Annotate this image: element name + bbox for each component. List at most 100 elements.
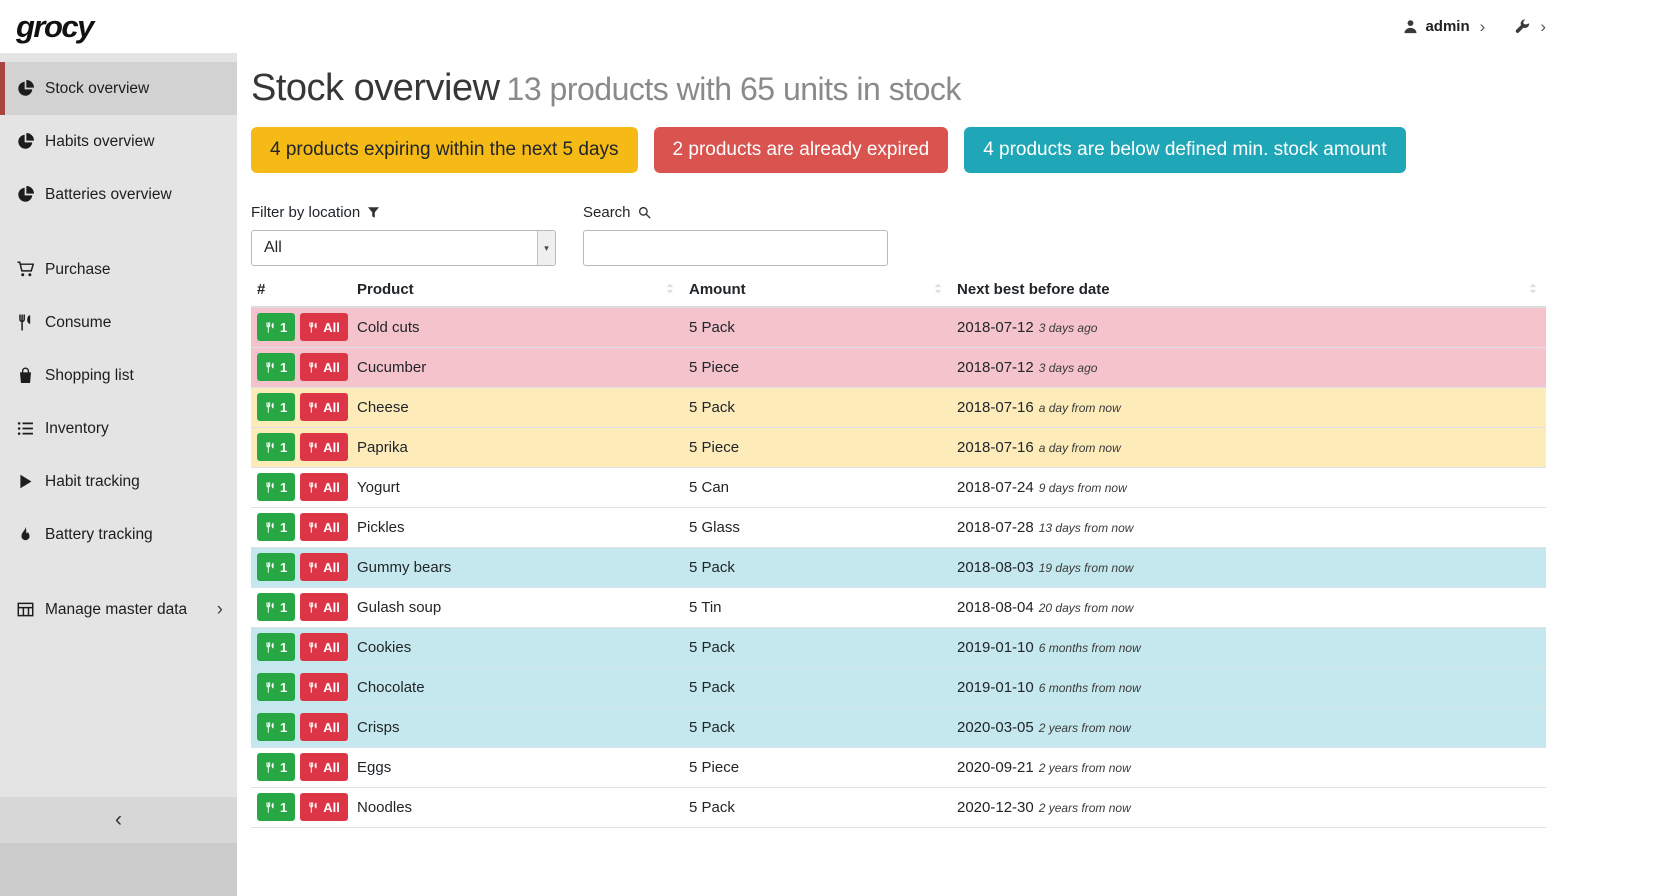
consume-all-button[interactable]: All (300, 673, 348, 701)
below-min-stock-badge[interactable]: 4 products are below defined min. stock … (964, 127, 1405, 173)
utensils-icon (308, 521, 319, 534)
search-label-text: Search (583, 204, 631, 221)
consume-one-button[interactable]: 1 (257, 793, 295, 821)
product-amount: 5 Pack (683, 707, 951, 747)
topbar-menu: admin › › (1403, 18, 1546, 35)
consume-all-button[interactable]: All (300, 473, 348, 501)
utensils-icon (308, 481, 319, 494)
consume-all-button[interactable]: All (300, 393, 348, 421)
settings-menu[interactable]: › (1515, 18, 1546, 35)
expired-badge[interactable]: 2 products are already expired (654, 127, 949, 173)
chevron-left-icon: ‹ (115, 808, 122, 832)
column-header-product[interactable]: Product (351, 279, 683, 307)
consume-one-button[interactable]: 1 (257, 633, 295, 661)
user-menu[interactable]: admin › (1403, 18, 1485, 35)
table-row: 1AllGummy bears5 Pack2018-08-0319 days f… (251, 547, 1546, 587)
flame-icon (17, 526, 34, 543)
consume-one-button[interactable]: 1 (257, 753, 295, 781)
consume-one-button[interactable]: 1 (257, 673, 295, 701)
product-name: Eggs (351, 747, 683, 787)
consume-all-button[interactable]: All (300, 793, 348, 821)
consume-all-button[interactable]: All (300, 313, 348, 341)
main-content: Stock overview13 products with 65 units … (237, 53, 1658, 896)
consume-all-button[interactable]: All (300, 633, 348, 661)
sidebar-collapse-button[interactable]: ‹ (0, 797, 237, 843)
utensils-icon (308, 681, 319, 694)
consume-one-button[interactable]: 1 (257, 433, 295, 461)
table-header-row: # Product Amount Next best before date (251, 279, 1546, 307)
best-before-date: 2018-07-16a day from now (951, 387, 1546, 427)
sidebar-item-label: Batteries overview (45, 186, 172, 204)
sidebar-item-label: Inventory (45, 420, 109, 438)
sidebar-item-consume[interactable]: Consume (0, 296, 237, 349)
select-arrow-icon: ▾ (537, 231, 555, 265)
consume-all-button[interactable]: All (300, 513, 348, 541)
consume-all-button[interactable]: All (300, 713, 348, 741)
search-input[interactable] (583, 230, 888, 266)
column-header-amount[interactable]: Amount (683, 279, 951, 307)
wrench-icon (1515, 19, 1530, 34)
search-group: Search (583, 203, 888, 266)
consume-all-button[interactable]: All (300, 553, 348, 581)
chevron-right-icon: › (217, 599, 223, 621)
product-name: Cheese (351, 387, 683, 427)
location-select[interactable]: All ▾ (251, 230, 556, 266)
expiring-badge[interactable]: 4 products expiring within the next 5 da… (251, 127, 638, 173)
consume-one-button[interactable]: 1 (257, 473, 295, 501)
consume-one-button[interactable]: 1 (257, 313, 295, 341)
utensils-icon (308, 601, 319, 614)
sidebar-item-label: Battery tracking (45, 526, 153, 544)
sidebar-item-manage-master-data[interactable]: Manage master data › (0, 583, 237, 636)
sidebar-item-label: Manage master data (45, 601, 187, 619)
consume-one-button[interactable]: 1 (257, 513, 295, 541)
utensils-icon (308, 801, 319, 814)
utensils-icon (265, 481, 276, 494)
consume-one-button[interactable]: 1 (257, 713, 295, 741)
sidebar-item-battery-tracking[interactable]: Battery tracking (0, 508, 237, 561)
table-row: 1AllCucumber5 Piece2018-07-123 days ago (251, 347, 1546, 387)
utensils-icon (265, 641, 276, 654)
sidebar-item-shopping-list[interactable]: Shopping list (0, 349, 237, 402)
consume-all-button[interactable]: All (300, 353, 348, 381)
consume-one-button[interactable]: 1 (257, 353, 295, 381)
sidebar-item-habit-tracking[interactable]: Habit tracking (0, 455, 237, 508)
search-label: Search (583, 203, 888, 221)
sidebar-item-label: Habits overview (45, 133, 154, 151)
stock-table: # Product Amount Next best before date 1… (251, 279, 1546, 828)
list-icon (17, 420, 34, 437)
product-amount: 5 Glass (683, 507, 951, 547)
user-icon (1403, 19, 1418, 34)
location-filter-group: Filter by location All ▾ (251, 203, 556, 266)
utensils-icon (308, 401, 319, 414)
sort-icon[interactable] (931, 281, 945, 296)
sidebar-item-batteries-overview[interactable]: Batteries overview (0, 168, 237, 221)
product-name: Crisps (351, 707, 683, 747)
utensils-icon (308, 321, 319, 334)
product-amount: 5 Can (683, 467, 951, 507)
product-amount: 5 Pack (683, 547, 951, 587)
sidebar-item-stock-overview[interactable]: Stock overview (0, 62, 237, 115)
utensils-icon (265, 441, 276, 454)
consume-one-button[interactable]: 1 (257, 553, 295, 581)
consume-one-button[interactable]: 1 (257, 393, 295, 421)
sidebar-item-purchase[interactable]: Purchase (0, 243, 237, 296)
sort-icon[interactable] (1526, 281, 1540, 296)
consume-all-button[interactable]: All (300, 433, 348, 461)
product-amount: 5 Piece (683, 747, 951, 787)
sidebar-item-habits-overview[interactable]: Habits overview (0, 115, 237, 168)
consume-one-button[interactable]: 1 (257, 593, 295, 621)
product-name: Cucumber (351, 347, 683, 387)
column-header-best-before-date[interactable]: Next best before date (951, 279, 1546, 307)
consume-all-button[interactable]: All (300, 593, 348, 621)
chevron-right-icon: › (1477, 18, 1486, 35)
best-before-date: 2019-01-106 months from now (951, 667, 1546, 707)
sidebar-item-inventory[interactable]: Inventory (0, 402, 237, 455)
consume-all-button[interactable]: All (300, 753, 348, 781)
utensils-icon (265, 761, 276, 774)
user-name: admin (1425, 18, 1469, 35)
sort-icon[interactable] (663, 281, 677, 296)
best-before-date: 2020-12-302 years from now (951, 787, 1546, 827)
table-row: 1AllEggs5 Piece2020-09-212 years from no… (251, 747, 1546, 787)
sidebar-footer (0, 843, 237, 896)
table-row: 1AllCold cuts5 Pack2018-07-123 days ago (251, 307, 1546, 347)
